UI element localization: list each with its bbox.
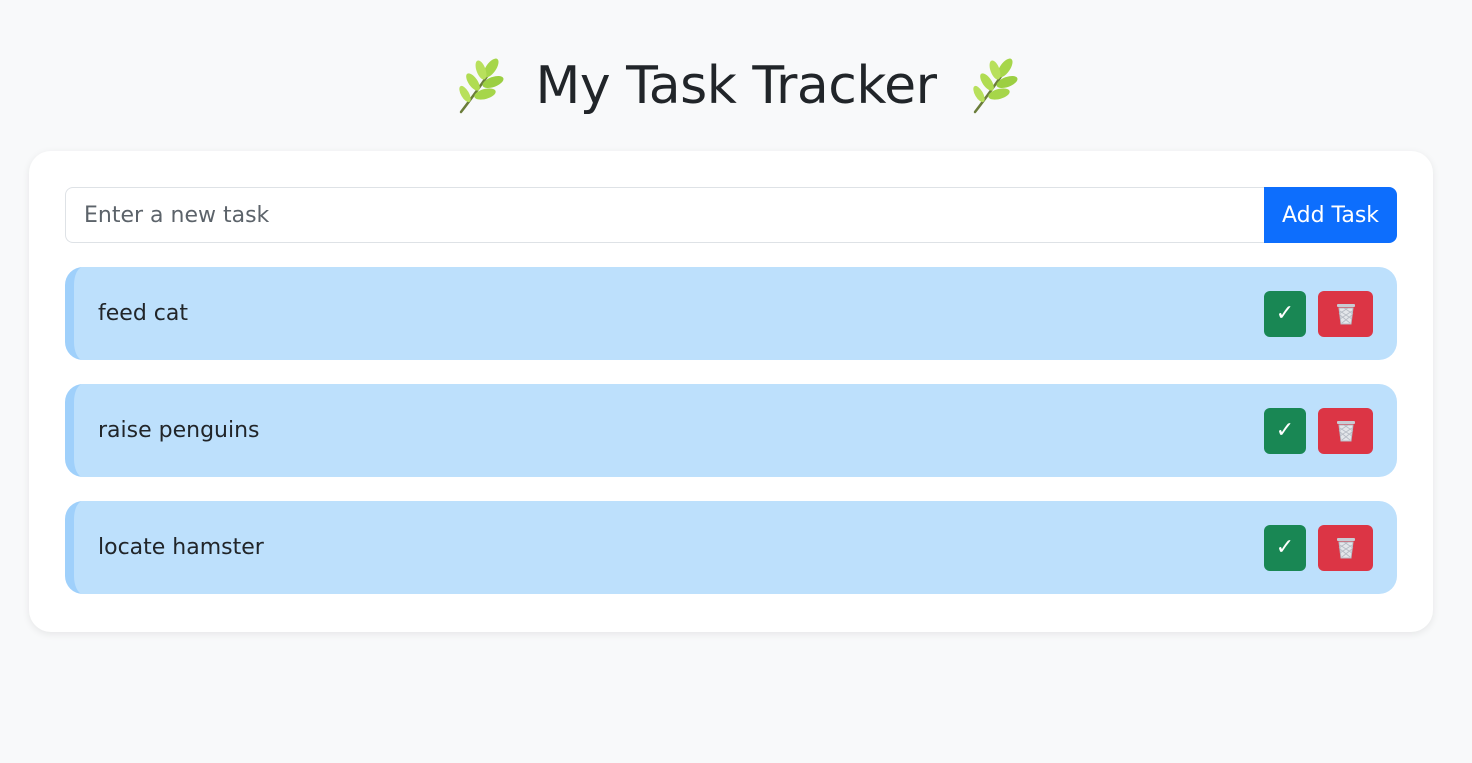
new-task-form: Add Task xyxy=(65,187,1397,243)
task-item: raise penguins ✓ xyxy=(65,384,1397,477)
page-header: My Task Tracker xyxy=(0,50,1472,122)
page-title: My Task Tracker xyxy=(535,56,937,116)
delete-task-button[interactable] xyxy=(1318,407,1373,454)
delete-task-button[interactable] xyxy=(1318,524,1373,571)
herb-icon xyxy=(972,58,1017,114)
task-text: feed cat xyxy=(98,301,188,326)
wastebasket-icon xyxy=(1336,303,1355,324)
task-actions: ✓ xyxy=(1264,407,1373,454)
complete-task-button[interactable]: ✓ xyxy=(1264,407,1306,454)
delete-task-button[interactable] xyxy=(1318,290,1373,337)
task-item: feed cat ✓ xyxy=(65,267,1397,360)
add-task-button[interactable]: Add Task xyxy=(1264,187,1397,243)
task-actions: ✓ xyxy=(1264,290,1373,337)
complete-task-button[interactable]: ✓ xyxy=(1264,524,1306,571)
task-item: locate hamster ✓ xyxy=(65,501,1397,594)
task-text: locate hamster xyxy=(98,535,264,560)
task-list: feed cat ✓ raise penguins ✓ locate hamst… xyxy=(65,267,1397,618)
wastebasket-icon xyxy=(1336,420,1355,441)
herb-icon xyxy=(459,58,504,114)
task-card: Add Task feed cat ✓ raise pen xyxy=(29,151,1433,632)
page: My Task Tracker Add Task feed cat ✓ xyxy=(0,0,1472,763)
complete-task-button[interactable]: ✓ xyxy=(1264,290,1306,337)
task-text: raise penguins xyxy=(98,418,260,443)
wastebasket-icon xyxy=(1336,537,1355,558)
new-task-input[interactable] xyxy=(65,187,1264,243)
task-actions: ✓ xyxy=(1264,524,1373,571)
